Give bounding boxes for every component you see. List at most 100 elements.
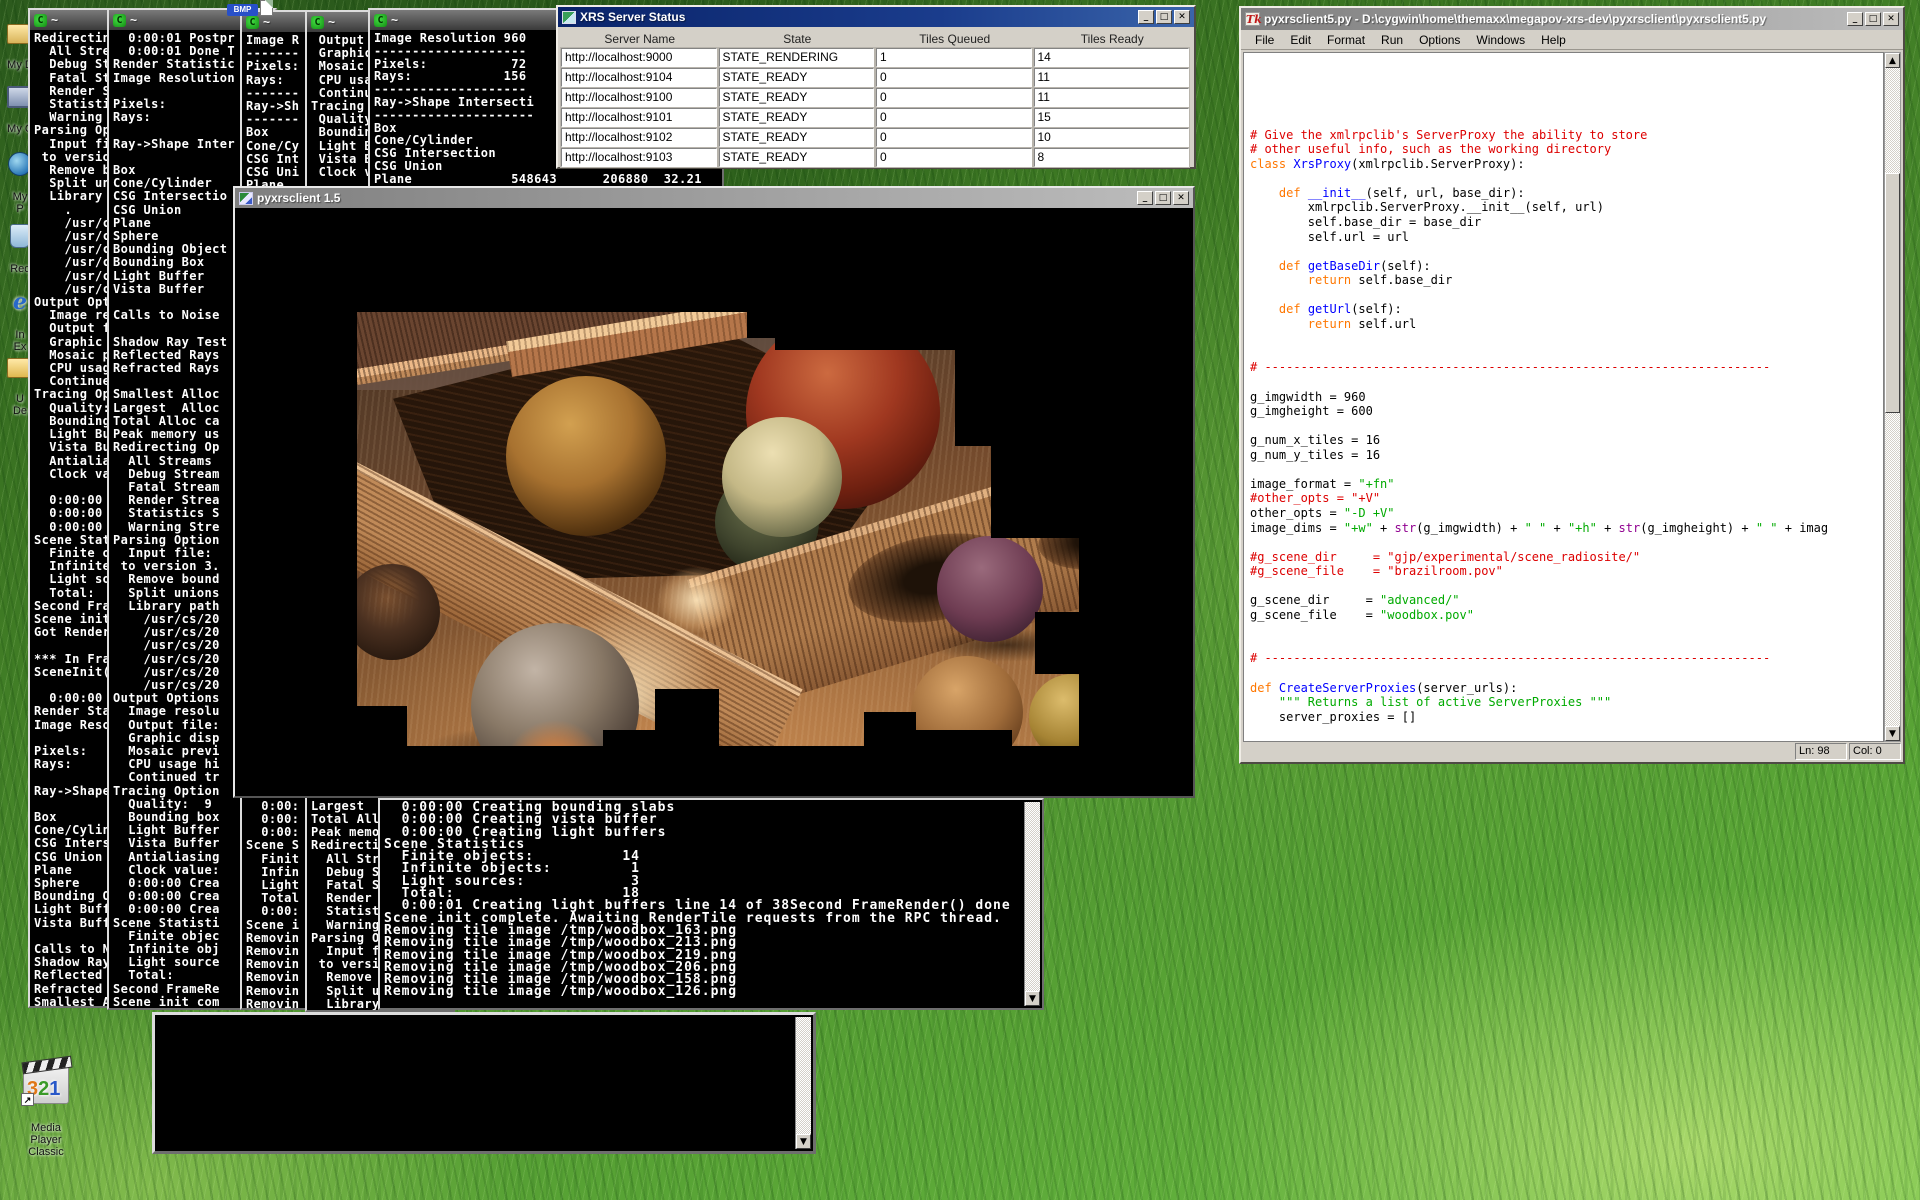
column-header[interactable]: State [719, 31, 877, 48]
code-line [1250, 666, 1883, 681]
unrendered-tile [864, 730, 1012, 746]
menu-run[interactable]: Run [1373, 31, 1411, 49]
code-line [1250, 579, 1883, 594]
cygwin-icon: C [374, 14, 387, 27]
code-line: g_imgheight = 600 [1250, 404, 1883, 419]
menu-format[interactable]: Format [1319, 31, 1373, 49]
code-line: # --------------------------------------… [1250, 360, 1883, 375]
server-row[interactable]: http://localhost:9102STATE_READY010 [561, 128, 1191, 147]
scrollbar[interactable]: ▼ [795, 1017, 811, 1149]
bmp-label: BMP [227, 4, 258, 16]
code-line: image_format = "+fn" [1250, 477, 1883, 492]
server-cell: 0 [876, 128, 1032, 147]
purple-sphere [937, 536, 1043, 642]
code-line: server_proxies = [] [1250, 710, 1883, 725]
cygwin-icon: C [311, 16, 324, 29]
code-area[interactable]: # Give the xmlrpclib's ServerProxy the a… [1243, 52, 1884, 742]
pyxrs-app-icon [239, 192, 253, 205]
render-preview [357, 312, 1079, 746]
minimize-button[interactable]: _ [1847, 12, 1863, 26]
code-line: self.base_dir = base_dir [1250, 215, 1883, 230]
server-cell: STATE_READY [719, 148, 875, 167]
code-line: g_scene_file = "woodbox.pov" [1250, 608, 1883, 623]
menu-options[interactable]: Options [1411, 31, 1468, 49]
unrendered-tile [357, 706, 407, 746]
code-line: def getBaseDir(self): [1250, 259, 1883, 274]
server-cell: 1 [876, 48, 1032, 67]
server-cell: http://localhost:9103 [561, 148, 717, 167]
code-line: def getUrl(self): [1250, 302, 1883, 317]
code-line [1250, 288, 1883, 303]
code-line [1250, 462, 1883, 477]
desktop-icon-media-player-classic[interactable]: 321 ↗ Media Player Classic [14, 1050, 78, 1170]
unrendered-tile [655, 689, 719, 746]
menu-windows[interactable]: Windows [1468, 31, 1533, 49]
maximize-button[interactable]: □ [1156, 10, 1172, 24]
xrs-app-icon [562, 11, 576, 24]
menu-help[interactable]: Help [1533, 31, 1574, 49]
idle-titlebar[interactable]: Tk pyxrsclient5.py - D:\cygwin\home\them… [1241, 8, 1903, 30]
code-line [1250, 346, 1883, 361]
server-row[interactable]: http://localhost:9104STATE_READY011 [561, 68, 1191, 87]
xrs-server-status-window: XRS Server Status _ □ ✕ Server NameState… [556, 5, 1196, 169]
menu-edit[interactable]: Edit [1282, 31, 1319, 49]
code-line: #other_opts = "+V" [1250, 491, 1883, 506]
xrs-titlebar[interactable]: XRS Server Status _ □ ✕ [558, 7, 1194, 27]
file-page-icon [260, 0, 273, 16]
code-line [1250, 70, 1883, 85]
scroll-down-icon[interactable]: ▼ [796, 1134, 811, 1149]
code-line: """ Returns a list of active ServerProxi… [1250, 695, 1883, 710]
scrollbar[interactable]: ▲ ▼ [1884, 52, 1901, 742]
column-header[interactable]: Tiles Queued [876, 31, 1034, 48]
scroll-down-icon[interactable]: ▼ [1885, 726, 1900, 741]
maximize-button[interactable]: □ [1865, 12, 1881, 26]
close-button[interactable]: ✕ [1883, 12, 1899, 26]
code-line: #g_scene_dir = "gjp/experimental/scene_r… [1250, 550, 1883, 565]
terminal-output[interactable] [155, 1015, 813, 1017]
render-log-console: 0:00:00 Creating bounding slabs 0:00:00 … [378, 798, 1044, 1010]
code-line [1250, 99, 1883, 114]
code-line: g_imgwidth = 960 [1250, 390, 1883, 405]
window-title: XRS Server Status [580, 10, 1134, 24]
scrollbar[interactable]: ▼ [1024, 802, 1040, 1006]
code-line: other_opts = "-D +V" [1250, 506, 1883, 521]
empty-console: ▼ [152, 1012, 816, 1154]
maximize-button[interactable]: □ [1155, 191, 1171, 205]
server-cell: STATE_READY [719, 68, 875, 87]
close-button[interactable]: ✕ [1174, 10, 1190, 24]
code-line: g_scene_dir = "advanced/" [1250, 593, 1883, 608]
code-line [1250, 419, 1883, 434]
server-cell: 8 [1034, 148, 1190, 167]
minimize-button[interactable]: _ [1138, 10, 1154, 24]
bmp-file-badge[interactable]: BMP [227, 0, 273, 17]
server-cell: STATE_READY [719, 88, 875, 107]
code-line [1250, 331, 1883, 346]
server-cell: 0 [876, 68, 1032, 87]
line-indicator: Ln: 98 [1795, 743, 1847, 760]
minimize-button[interactable]: _ [1137, 191, 1153, 205]
menu-file[interactable]: File [1247, 31, 1282, 49]
code-line [1250, 535, 1883, 550]
scroll-up-icon[interactable]: ▲ [1885, 53, 1900, 68]
column-header[interactable]: Tiles Ready [1034, 31, 1192, 48]
server-row[interactable]: http://localhost:9103STATE_READY08 [561, 148, 1191, 167]
server-cell: 15 [1034, 108, 1190, 127]
server-row[interactable]: http://localhost:9000STATE_RENDERING114 [561, 48, 1191, 67]
scroll-thumb[interactable] [1885, 173, 1900, 413]
server-cell: 14 [1034, 48, 1190, 67]
server-row[interactable]: http://localhost:9100STATE_READY011 [561, 88, 1191, 107]
window-title: pyxrsclient 1.5 [257, 191, 1133, 205]
server-row[interactable]: http://localhost:9101STATE_READY015 [561, 108, 1191, 127]
pyxrs-titlebar[interactable]: pyxrsclient 1.5 _ □ ✕ [235, 188, 1193, 208]
code-line: def __init__(self, url, base_dir): [1250, 186, 1883, 201]
idle-editor-window: Tk pyxrsclient5.py - D:\cygwin\home\them… [1239, 6, 1905, 764]
terminal-output[interactable]: 0:00:00 Creating bounding slabs 0:00:00 … [380, 800, 1042, 999]
tk-icon: Tk [1245, 12, 1260, 26]
close-button[interactable]: ✕ [1173, 191, 1189, 205]
unrendered-tile [1035, 612, 1079, 674]
scroll-down-icon[interactable]: ▼ [1025, 991, 1040, 1006]
code-line: g_num_y_tiles = 16 [1250, 448, 1883, 463]
code-line [1250, 171, 1883, 186]
column-header[interactable]: Server Name [561, 31, 719, 48]
code-line: # other useful info, such as the working… [1250, 142, 1883, 157]
